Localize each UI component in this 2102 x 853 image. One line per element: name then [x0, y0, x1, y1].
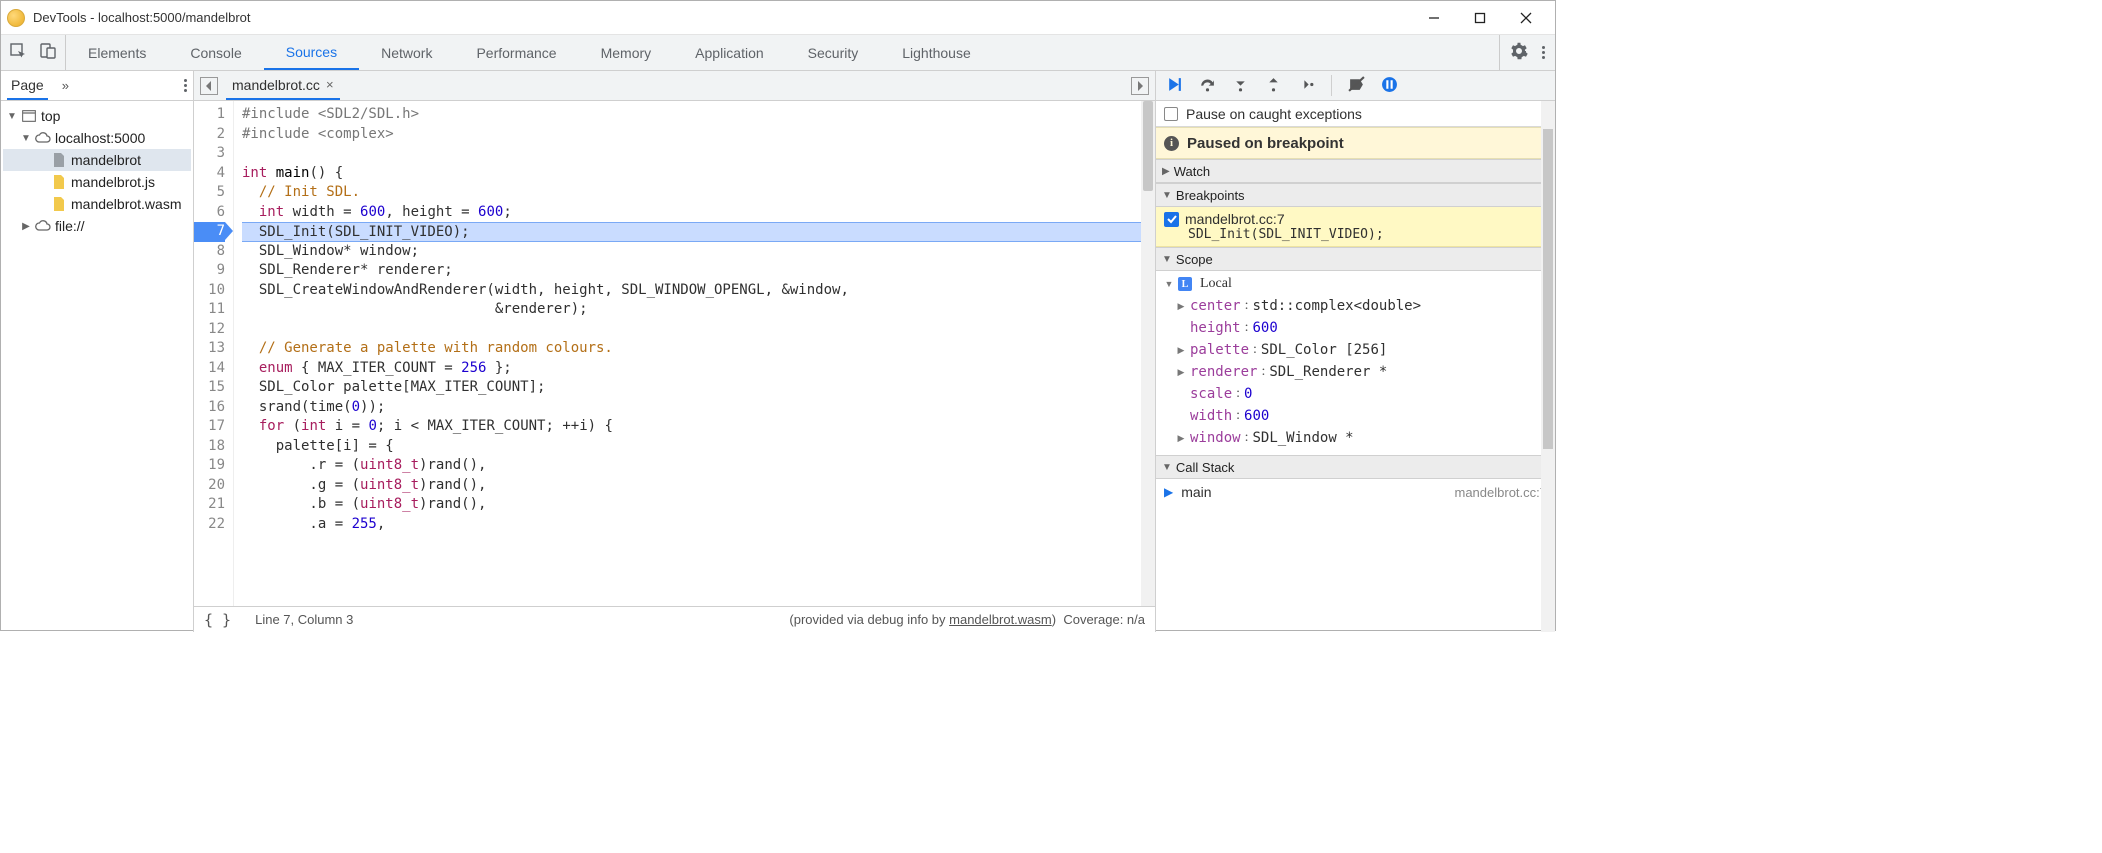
editor-tab-label: mandelbrot.cc	[232, 77, 320, 93]
settings-gear-icon[interactable]	[1510, 42, 1528, 63]
coverage-status: Coverage: n/a	[1063, 612, 1145, 627]
scope-var[interactable]: scale: 0	[1156, 383, 1555, 405]
local-badge-icon: L	[1178, 277, 1192, 291]
scope-var[interactable]: ▶renderer: SDL_Renderer *	[1156, 361, 1555, 383]
editor-tab-close-icon[interactable]: ×	[326, 77, 334, 92]
scope-var[interactable]: height: 600	[1156, 317, 1555, 339]
tab-lighthouse[interactable]: Lighthouse	[880, 35, 993, 70]
step-into-button[interactable]	[1232, 76, 1249, 96]
cursor-position: Line 7, Column 3	[255, 612, 353, 627]
wasm-file-icon	[51, 196, 67, 212]
tree-file-mandelbrot-wasm[interactable]: mandelbrot.wasm	[3, 193, 191, 215]
tab-sources[interactable]: Sources	[264, 35, 359, 70]
tree-host[interactable]: ▼ localhost:5000	[3, 127, 191, 149]
debugger-toolbar	[1156, 71, 1555, 101]
tab-elements[interactable]: Elements	[66, 35, 168, 70]
tab-console[interactable]: Console	[168, 35, 263, 70]
window-maximize-button[interactable]	[1457, 3, 1503, 33]
section-watch[interactable]: ▶Watch	[1156, 159, 1555, 183]
callstack-frame-name: main	[1181, 484, 1211, 500]
step-over-button[interactable]	[1199, 76, 1216, 96]
devtools-app-icon	[7, 9, 25, 27]
paused-banner: i Paused on breakpoint	[1156, 127, 1555, 159]
window-icon	[21, 108, 37, 124]
device-toggle-icon[interactable]	[39, 42, 57, 63]
current-frame-arrow-icon: ▶	[1164, 485, 1173, 499]
pause-on-caught-row[interactable]: Pause on caught exceptions	[1156, 101, 1555, 127]
editor-statusbar: { } Line 7, Column 3 (provided via debug…	[194, 606, 1155, 632]
inspect-element-icon[interactable]	[9, 42, 27, 63]
file-tree: ▼ top ▼ localhost:5000 mandelbrot mandel…	[1, 101, 193, 241]
breakpoint-label: mandelbrot.cc:7	[1185, 211, 1285, 227]
sidebar-tabs-overflow-icon[interactable]: »	[62, 78, 69, 93]
window-minimize-button[interactable]	[1411, 3, 1457, 33]
devtools-tabs: Elements Console Sources Network Perform…	[66, 35, 993, 70]
resume-button[interactable]	[1166, 76, 1183, 96]
info-icon: i	[1164, 136, 1179, 151]
devtools-toolbar: Elements Console Sources Network Perform…	[1, 35, 1555, 71]
callstack-frame[interactable]: ▶ main mandelbrot.cc:7	[1156, 479, 1555, 505]
tab-network[interactable]: Network	[359, 35, 454, 70]
tree-top[interactable]: ▼ top	[3, 105, 191, 127]
tab-security[interactable]: Security	[786, 35, 881, 70]
scope-var[interactable]: ▶window: SDL_Window *	[1156, 427, 1555, 449]
debug-info-link[interactable]: mandelbrot.wasm	[949, 612, 1052, 627]
code-editor[interactable]: #include <SDL2/SDL.h>#include <complex>i…	[234, 101, 1141, 606]
step-out-button[interactable]	[1265, 76, 1282, 96]
step-button[interactable]	[1298, 76, 1315, 96]
window-titlebar: DevTools - localhost:5000/mandelbrot	[1, 1, 1555, 35]
debug-info-source: (provided via debug info by mandelbrot.w…	[789, 612, 1145, 627]
breakpoint-item[interactable]: mandelbrot.cc:7 SDL_Init(SDL_INIT_VIDEO)…	[1156, 207, 1555, 247]
window-title: DevTools - localhost:5000/mandelbrot	[33, 10, 251, 25]
scope-var[interactable]: ▶palette: SDL_Color [256]	[1156, 339, 1555, 361]
scope-content: ▼LLocal ▶center: std::complex<double>hei…	[1156, 271, 1555, 455]
pause-on-caught-checkbox[interactable]	[1164, 107, 1178, 121]
document-icon	[51, 152, 67, 168]
editor-tab-mandelbrot-cc[interactable]: mandelbrot.cc ×	[226, 71, 340, 100]
sidebar-more-icon[interactable]	[184, 79, 187, 92]
section-scope[interactable]: ▼Scope	[1156, 247, 1555, 271]
editor-scrollbar[interactable]	[1141, 101, 1155, 606]
sources-sidebar: Page » ▼ top ▼ localhost:5000 mandelbrot…	[1, 71, 194, 632]
pretty-print-icon[interactable]: { }	[204, 611, 231, 629]
section-callstack[interactable]: ▼Call Stack	[1156, 455, 1555, 479]
tree-file-scheme[interactable]: ▶ file://	[3, 215, 191, 237]
tab-performance[interactable]: Performance	[454, 35, 578, 70]
pause-on-caught-label: Pause on caught exceptions	[1186, 106, 1362, 122]
cloud-icon	[35, 130, 51, 146]
tree-file-mandelbrot[interactable]: mandelbrot	[3, 149, 191, 171]
tree-file-mandelbrot-js[interactable]: mandelbrot.js	[3, 171, 191, 193]
editor-nav-back-icon[interactable]	[200, 77, 218, 95]
section-breakpoints[interactable]: ▼Breakpoints	[1156, 183, 1555, 207]
debugger-pane: Pause on caught exceptions i Paused on b…	[1155, 71, 1555, 632]
breakpoint-checkbox[interactable]	[1164, 212, 1179, 227]
callstack-frame-location: mandelbrot.cc:7	[1455, 485, 1548, 500]
tab-application[interactable]: Application	[673, 35, 786, 70]
editor-nav-forward-icon[interactable]	[1131, 77, 1149, 95]
breakpoint-snippet: SDL_Init(SDL_INIT_VIDEO);	[1164, 227, 1544, 242]
scope-var[interactable]: width: 600	[1156, 405, 1555, 427]
sidebar-tab-page[interactable]: Page	[7, 72, 48, 100]
cloud-icon	[35, 218, 51, 234]
editor-pane: mandelbrot.cc × 123456789101112131415161…	[194, 71, 1155, 632]
scope-local[interactable]: ▼LLocal	[1156, 273, 1555, 295]
tab-memory[interactable]: Memory	[579, 35, 674, 70]
debugger-scrollbar[interactable]	[1541, 101, 1555, 632]
scope-var[interactable]: ▶center: std::complex<double>	[1156, 295, 1555, 317]
line-gutter[interactable]: 12345678910111213141516171819202122	[194, 101, 234, 606]
deactivate-breakpoints-button[interactable]	[1348, 76, 1365, 96]
js-file-icon	[51, 174, 67, 190]
pause-on-exceptions-button[interactable]	[1381, 76, 1398, 96]
window-close-button[interactable]	[1503, 3, 1549, 33]
more-menu-icon[interactable]	[1542, 46, 1545, 59]
